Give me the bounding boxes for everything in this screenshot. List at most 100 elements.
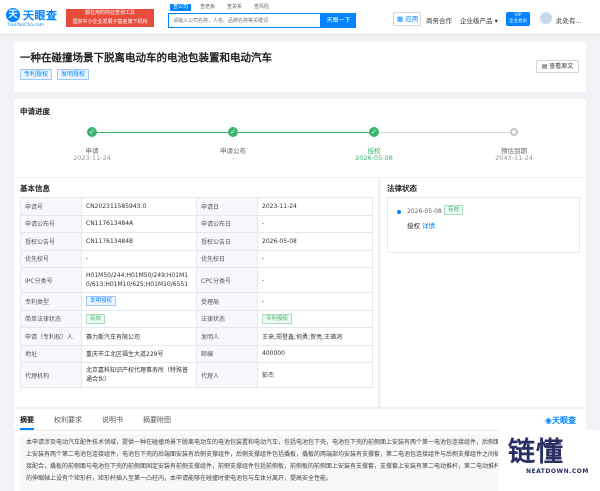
field-value: 彭杰 bbox=[257, 362, 373, 388]
apps-menu-button[interactable]: ▦ 应用 bbox=[393, 12, 421, 26]
tab-claims[interactable]: 权利要求 bbox=[54, 415, 82, 430]
search-box bbox=[168, 13, 321, 28]
search-tab-relation[interactable]: 查关系 bbox=[224, 4, 245, 11]
field-label: 简单法律状态 bbox=[20, 309, 82, 328]
legal-status-type: 授权 bbox=[407, 222, 420, 230]
legal-status-badge: 有效 bbox=[444, 205, 464, 215]
field-label: 代理机构 bbox=[20, 362, 82, 388]
tab-abstract-drawing[interactable]: 摘要附图 bbox=[143, 415, 171, 430]
timeline-dot-icon bbox=[397, 210, 401, 214]
site-watermark: 链懂 NEATDOWN.COM bbox=[498, 430, 600, 491]
table-row: 申请（专利权）人 赛力斯汽车有限公司 发明人 王来;郑登鑫;何勇;贺亮;王璜鸿 bbox=[20, 327, 373, 346]
table-row: 代理机构 北京嘉科知识产权代理事务所（特殊普通合伙） 代理人 彭杰 bbox=[20, 362, 373, 388]
legal-status-event: 授权 详情 bbox=[407, 220, 435, 230]
field-value: - bbox=[257, 267, 373, 293]
field-value-cell: 专利授权 bbox=[257, 309, 373, 328]
vip-sub-label: 企业会员 bbox=[509, 19, 527, 24]
logo-domain: TianYanCha.com bbox=[7, 23, 45, 28]
field-value: - bbox=[257, 292, 373, 311]
view-original-label: 查看原文 bbox=[549, 63, 574, 70]
table-row: 申请公布号 CN117613484A 申请公布日 - bbox=[20, 214, 373, 233]
progress-line-pending bbox=[374, 132, 514, 133]
field-label: 申请公布日 bbox=[196, 214, 258, 233]
basic-info-card: 基本信息 申请号 CN202311585943.0 申请日 2023-11-24… bbox=[14, 178, 378, 407]
field-value: 重庆市江北区福生大道229号 bbox=[81, 344, 197, 363]
abstract-text: 本申请涉及电动汽车配件技术领域，提供一种在碰撞场景下脱离电动车的电池包装置和电动… bbox=[20, 434, 506, 491]
site-logo[interactable]: 天 天眼查 bbox=[6, 7, 58, 23]
tab-abstract[interactable]: 摘要 bbox=[20, 415, 34, 430]
step-pending-icon bbox=[510, 128, 518, 136]
table-row: 优先权号 - 优先权日 - bbox=[20, 249, 373, 268]
step-date-publication: - bbox=[231, 154, 235, 162]
table-row: IPC分类号 H01M50/244;H01M50/249;H01M10/613;… bbox=[20, 267, 373, 293]
step-date-grant: 2026-05-08 bbox=[355, 154, 393, 162]
field-label: 地址 bbox=[20, 344, 82, 363]
field-value: CN117613484A bbox=[81, 214, 197, 233]
basic-info-section-title: 基本信息 bbox=[20, 184, 50, 193]
simple-legal-status-tag: 有效 bbox=[86, 313, 106, 324]
field-value: - bbox=[257, 249, 373, 268]
search-type-tabs: 查公司 查老板 查关系 查风险 bbox=[170, 4, 272, 11]
applicant-link[interactable]: 赛力斯汽车有限公司 bbox=[81, 327, 197, 346]
banner-line-2: 国家中小企业发展子基金旗下机构 bbox=[72, 19, 148, 25]
chevron-down-icon: ▾ bbox=[492, 17, 498, 25]
patent-type-tag: 发明授权 bbox=[86, 296, 117, 307]
page-title: 一种在碰撞场景下脱离电动车的电池包装置和电动汽车 bbox=[20, 52, 272, 64]
user-avatar[interactable] bbox=[540, 12, 552, 24]
field-label: 授权公告日 bbox=[196, 232, 258, 251]
nav-enterprise-label: 企业级产品 bbox=[460, 17, 493, 25]
field-label: 代理人 bbox=[196, 362, 258, 388]
nav-business-cooperation[interactable]: 商务合作 bbox=[426, 15, 452, 25]
field-label: 申请（专利权）人 bbox=[20, 327, 82, 346]
patent-title-card: 一种在碰撞场景下脱离电动车的电池包装置和电动汽车 专利授权 发明授权 ▤ 查看原… bbox=[14, 42, 586, 92]
vip-membership-button[interactable]: VIP 企业会员 bbox=[506, 12, 530, 26]
table-row: 申请号 CN202311585943.0 申请日 2023-11-24 bbox=[20, 197, 373, 216]
field-value: 400000 bbox=[257, 344, 373, 363]
field-value: 王来;郑登鑫;何勇;贺亮;王璜鸿 bbox=[257, 327, 373, 346]
table-row: 专利类型 发明授权 受理局 - bbox=[20, 292, 373, 311]
field-label: 专利类型 bbox=[20, 292, 82, 311]
field-label: IPC分类号 bbox=[20, 267, 82, 293]
tag-invention-granted: 发明授权 bbox=[57, 69, 90, 80]
watermark-main-text: 链懂 bbox=[508, 437, 564, 468]
field-value-cell: 有效 bbox=[81, 309, 197, 328]
watermark-logo-text: 天眼查 bbox=[552, 416, 576, 425]
apps-label: 应用 bbox=[405, 15, 419, 23]
legal-status-tag: 专利授权 bbox=[262, 313, 293, 324]
search-input[interactable] bbox=[169, 14, 320, 27]
search-tab-company[interactable]: 查公司 bbox=[170, 4, 192, 11]
field-value: 2026-05-08 bbox=[257, 232, 373, 251]
watermark-eye-icon: ◉ bbox=[545, 416, 552, 425]
search-button[interactable]: 天眼一下 bbox=[321, 13, 356, 28]
field-label: 优先权号 bbox=[20, 249, 82, 268]
field-label: CPC分类号 bbox=[196, 267, 258, 293]
agency-link[interactable]: 北京嘉科知识产权代理事务所（特殊普通合伙） bbox=[81, 362, 197, 388]
basic-info-table: 申请号 CN202311585943.0 申请日 2023-11-24 申请公布… bbox=[20, 197, 373, 388]
table-row: 地址 重庆市江北区福生大道229号 邮编 400000 bbox=[20, 344, 373, 363]
legal-status-section-title: 法律状态 bbox=[387, 184, 417, 193]
field-label: 法律状态 bbox=[196, 309, 258, 328]
promo-banner[interactable]: 都在用的商业查询工具 国家中小企业发展子基金旗下机构 bbox=[66, 9, 154, 27]
tianyancha-watermark-logo: ◉天眼查 bbox=[545, 415, 576, 426]
field-label: 邮编 bbox=[196, 344, 258, 363]
legal-status-detail-link[interactable]: 详情 bbox=[422, 222, 435, 230]
field-value: 2023-11-24 bbox=[257, 197, 373, 216]
step-check-icon: ✓ bbox=[369, 127, 379, 137]
step-check-icon: ✓ bbox=[87, 127, 97, 137]
progress-section-title: 申请进度 bbox=[20, 107, 50, 116]
legal-status-date: 2026-05-08 bbox=[407, 208, 442, 215]
user-name[interactable]: 此处有... bbox=[556, 15, 582, 25]
field-label: 授权公告号 bbox=[20, 232, 82, 251]
step-check-icon: ✓ bbox=[228, 127, 238, 137]
top-navigation-bar: 天 天眼查 TianYanCha.com 都在用的商业查询工具 国家中小企业发展… bbox=[0, 0, 600, 35]
tag-patent-granted: 专利授权 bbox=[20, 69, 53, 80]
search-tab-risk[interactable]: 查风险 bbox=[251, 4, 272, 11]
field-label: 发明人 bbox=[196, 327, 258, 346]
view-original-button[interactable]: ▤ 查看原文 bbox=[536, 60, 579, 73]
search-tab-boss[interactable]: 查老板 bbox=[197, 4, 218, 11]
field-label: 申请公布号 bbox=[20, 214, 82, 233]
logo-text: 天眼查 bbox=[23, 9, 58, 22]
nav-enterprise-products[interactable]: 企业级产品 ▾ bbox=[460, 15, 498, 25]
tab-description[interactable]: 说明书 bbox=[102, 415, 123, 430]
field-label: 受理局 bbox=[196, 292, 258, 311]
